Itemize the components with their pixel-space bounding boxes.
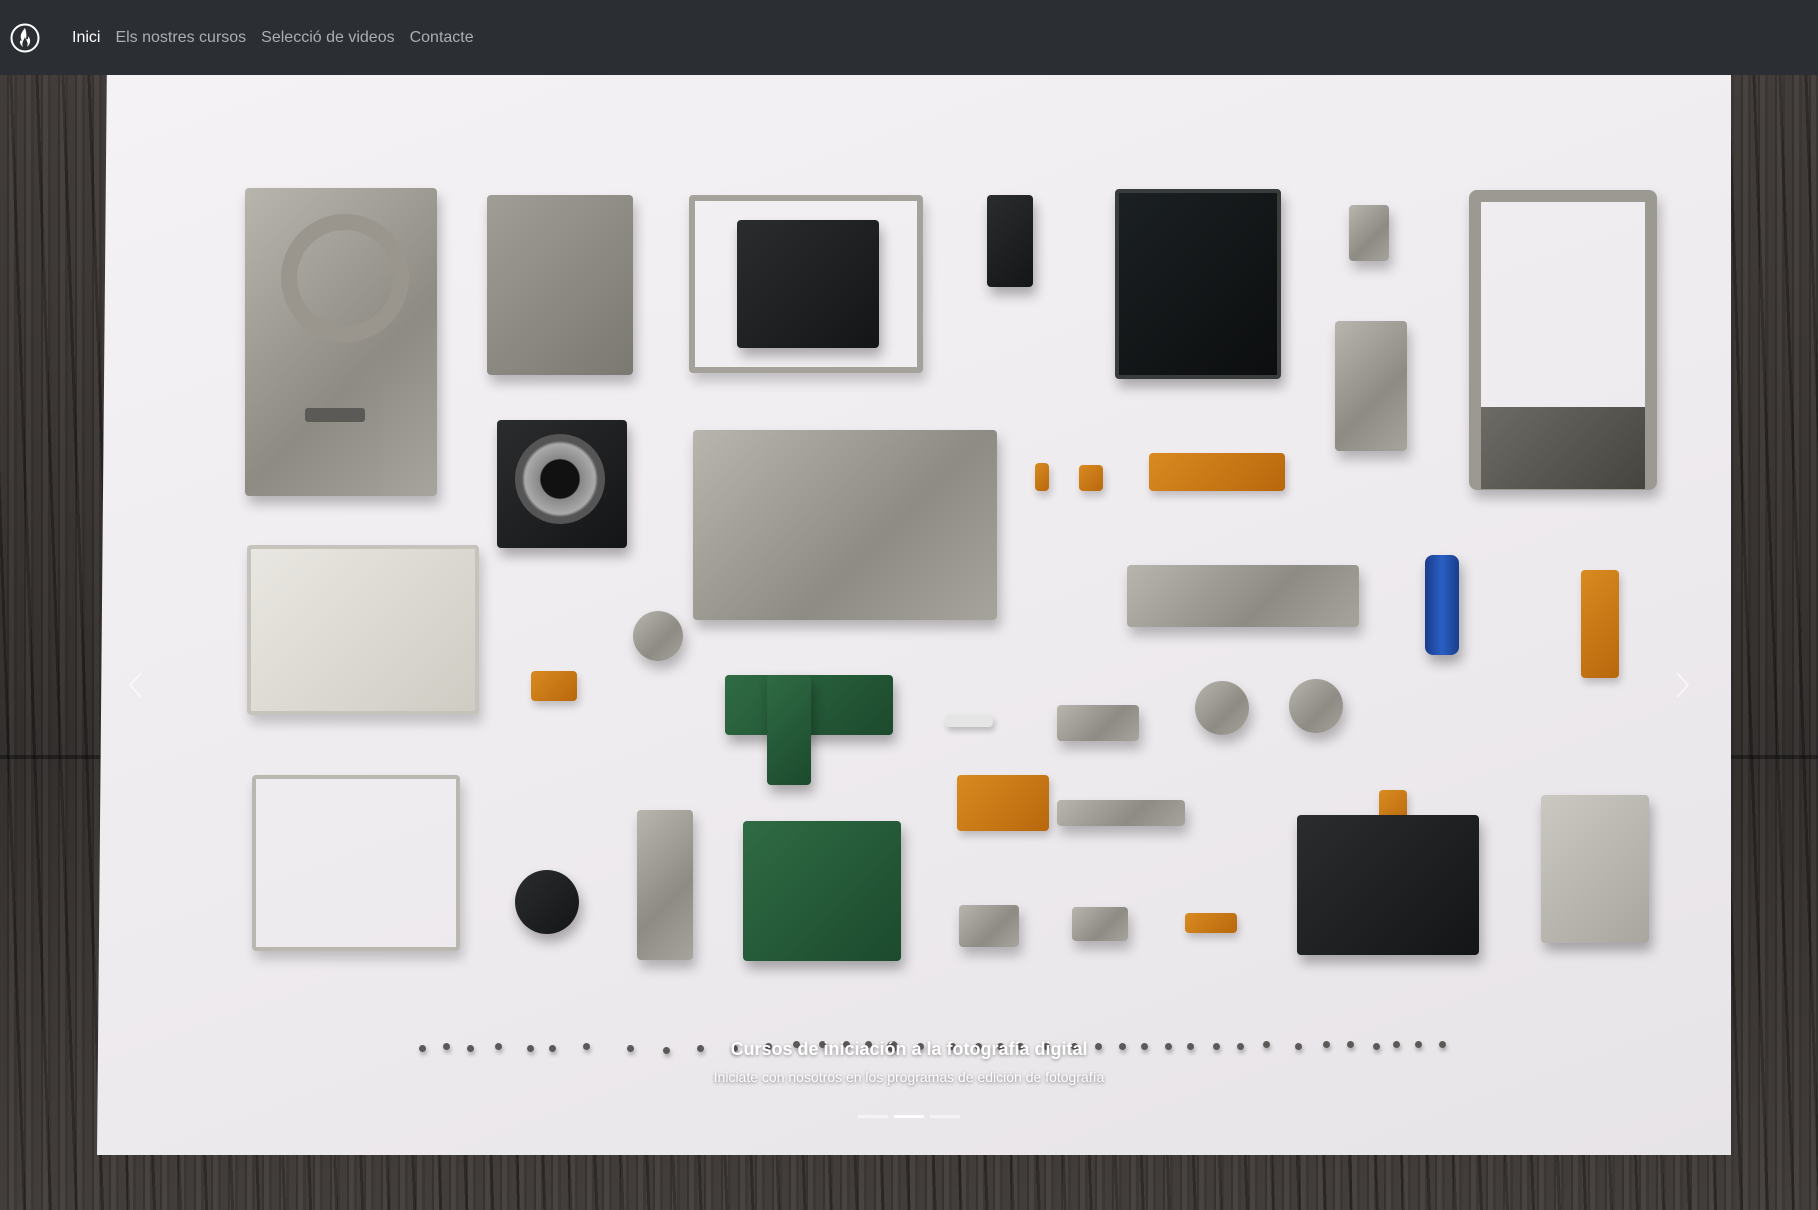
carousel-indicator-1[interactable] (858, 1115, 888, 1118)
clip-plate (1072, 907, 1128, 941)
small-motor (959, 905, 1019, 947)
nav-link-cursos[interactable]: Els nostres cursos (115, 29, 246, 47)
diffuser-panel (247, 545, 479, 715)
motor-unit (1057, 705, 1139, 741)
battery-housing (1297, 815, 1479, 955)
vibration-disc (1289, 679, 1343, 733)
navbar: Inici Els nostres cursos Selecció de vid… (0, 0, 1818, 75)
battery-cell (1425, 555, 1459, 655)
small-bracket (1349, 205, 1389, 261)
lens-assembly (497, 420, 627, 548)
slide-image-camera-parts (97, 75, 1731, 1155)
connector-b (1079, 465, 1103, 491)
lcd-screen (1115, 189, 1281, 379)
carousel-caption-title: Cursos de iniciación a la fotografía dig… (730, 1039, 1088, 1059)
nav-link-inici[interactable]: Inici (72, 29, 100, 47)
small-connector (531, 671, 577, 701)
inner-frame (487, 195, 633, 375)
carousel-indicator-2[interactable] (894, 1115, 924, 1118)
white-connector (945, 715, 993, 727)
carousel-caption-subtitle: Iniciate con nosotros en los programas d… (713, 1069, 1105, 1085)
side-circuit (1581, 570, 1619, 678)
battery-pack (1541, 795, 1649, 943)
side-shield (252, 775, 460, 951)
micro-flex (1185, 913, 1237, 933)
nav-link-contacte[interactable]: Contacte (410, 29, 474, 47)
carousel-indicators (0, 1115, 1818, 1118)
slider-plate (637, 810, 693, 960)
main-logic-board (743, 821, 901, 961)
rail-bracket (1057, 800, 1185, 826)
main-chassis (693, 430, 997, 620)
flame-logo-icon[interactable] (10, 23, 40, 53)
gear-disc (633, 611, 683, 661)
bracket-assembly (1335, 321, 1407, 451)
carousel-next-button[interactable] (1668, 655, 1698, 715)
flex-board (1149, 453, 1285, 491)
chevron-right-icon (1676, 672, 1690, 698)
camera-front-panel (245, 188, 437, 496)
green-pcb-leg (767, 675, 811, 785)
flash-flex (957, 775, 1049, 831)
chevron-left-icon (128, 672, 142, 698)
nav-link-videos[interactable]: Selecció de videos (261, 29, 394, 47)
shutter-mechanism (1127, 565, 1359, 627)
back-panel-frame (1469, 190, 1657, 490)
small-black-block (987, 195, 1033, 287)
carousel-indicator-3[interactable] (930, 1115, 960, 1118)
sensor-assembly (737, 220, 879, 348)
focus-ring (515, 870, 579, 934)
carousel-prev-button[interactable] (120, 655, 150, 715)
connector-a (1035, 463, 1049, 491)
speaker-disc (1195, 681, 1249, 735)
